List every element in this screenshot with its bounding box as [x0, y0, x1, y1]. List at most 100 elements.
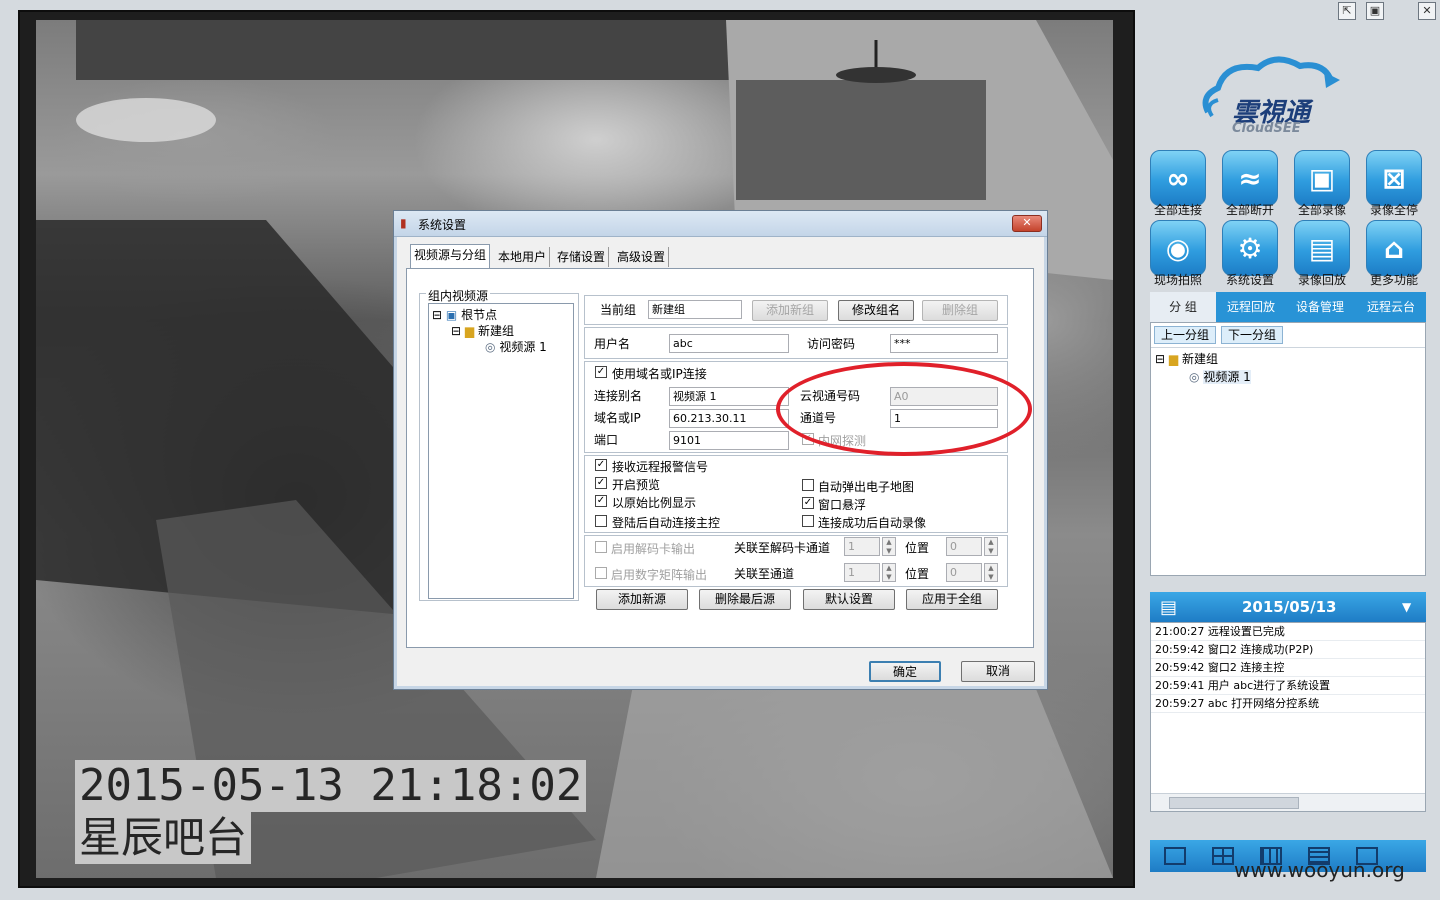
logo-subtitle: CloudSEE [1232, 121, 1301, 136]
tab-storage[interactable]: 存储设置 [554, 247, 610, 267]
add-source-button[interactable]: 添加新源 [596, 589, 688, 610]
disconnect-all-button[interactable]: ≈ [1222, 150, 1278, 206]
record-icon: ▣ [1308, 161, 1336, 195]
matrix-channel-input[interactable]: 1 [844, 563, 880, 582]
tab-device-management[interactable]: 设备管理 [1286, 292, 1354, 322]
source-tree[interactable]: ⊟ ▣ 根节点 ⊟ ▆ 新建组 ◎ 视频源 1 [428, 303, 574, 599]
log-entry: 21:00:27 远程设置已完成 [1151, 623, 1425, 641]
delete-last-source-button[interactable]: 删除最后源 [699, 589, 791, 610]
alias-input[interactable]: 视频源 1 [669, 387, 789, 406]
system-settings-label: 系统设置 [1225, 273, 1274, 287]
tree-group-label: 新建组 [1181, 352, 1218, 366]
layout-1-icon[interactable] [1164, 847, 1186, 865]
watermark: www.wooyun.org [1234, 858, 1405, 882]
folder-icon: ▆ [1168, 352, 1179, 366]
tree-source-item[interactable]: ◎ 视频源 1 [1189, 368, 1251, 385]
camera-icon: ◉ [1165, 231, 1191, 265]
tree-group-node[interactable]: ⊟ ▆ 新建组 [451, 322, 514, 339]
tree-root-item[interactable]: ⊟ ▣ 根节点 [432, 306, 497, 323]
matrix-pos-spinner[interactable]: ▲ ▼ [984, 563, 998, 582]
chevron-down-icon[interactable]: ▼ [1402, 600, 1411, 614]
layout-4-icon[interactable] [1212, 847, 1234, 865]
stop-all-recording-button[interactable]: ⊠ [1366, 150, 1422, 206]
matrix-pos-label: 位置 [905, 567, 930, 581]
apply-to-group-button[interactable]: 应用于全组 [906, 589, 998, 610]
tab-advanced[interactable]: 高级设置 [614, 247, 670, 267]
auto-connect-checkbox[interactable] [595, 515, 607, 527]
delete-group-button[interactable]: 删除组 [922, 300, 998, 321]
default-settings-button[interactable]: 默认设置 [803, 589, 895, 610]
playback-button[interactable]: ▤ [1294, 220, 1350, 276]
tree-source-node[interactable]: ◎ 视频源 1 [485, 338, 547, 355]
divider [1151, 347, 1425, 348]
tab-group[interactable]: 分 组 [1150, 292, 1216, 322]
next-group-button[interactable]: 下一分组 [1221, 326, 1284, 344]
password-input[interactable]: *** [890, 334, 998, 353]
system-settings-button[interactable]: ⚙ [1222, 220, 1278, 276]
dialog-title-bar[interactable]: ▮ 系统设置 ✕ [394, 211, 1047, 237]
float-window-checkbox[interactable]: ✓ [802, 497, 814, 509]
tab-local-users[interactable]: 本地用户 [495, 247, 551, 267]
maximize-window-icon[interactable]: ▣ [1366, 2, 1384, 20]
recv-alarm-label: 接收远程报警信号 [612, 460, 709, 474]
record-all-button[interactable]: ▣ [1294, 150, 1350, 206]
matrix-channel-spinner[interactable]: ▲ ▼ [882, 563, 896, 582]
decode-output-checkbox[interactable] [595, 541, 607, 553]
tree-source-label: 视频源 1 [499, 340, 547, 354]
use-domain-checkbox[interactable]: ✓ [595, 366, 607, 378]
prev-group-button[interactable]: 上一分组 [1154, 326, 1217, 344]
username-input[interactable]: abc [669, 334, 789, 353]
tree-group-item[interactable]: ⊟ ▆ 新建组 [1155, 350, 1218, 367]
tab-video-sources[interactable]: 视频源与分组 [410, 244, 491, 268]
float-window-label: 窗口悬浮 [818, 498, 867, 512]
decode-pos-spinner[interactable]: ▲ ▼ [984, 537, 998, 556]
log-date: 2015/05/13 [1242, 598, 1337, 616]
host-label: 域名或IP [594, 411, 641, 425]
horizontal-scrollbar[interactable] [1151, 793, 1425, 811]
host-input[interactable]: 60.213.30.11 [669, 409, 789, 428]
open-preview-label: 开启预览 [612, 478, 661, 492]
close-window-icon[interactable]: ✕ [1418, 2, 1436, 20]
tab-remote-playback[interactable]: 远程回放 [1218, 292, 1284, 322]
port-input[interactable]: 9101 [669, 431, 789, 450]
port-label: 端口 [594, 433, 619, 447]
right-tab-bar: 分 组 远程回放 设备管理 远程云台 [1150, 292, 1426, 322]
stop-all-recording-label: 录像全停 [1369, 203, 1418, 217]
monitor-icon: ▣ [445, 308, 458, 322]
gear-icon: ⚙ [1237, 231, 1263, 265]
add-group-button[interactable]: 添加新组 [752, 300, 828, 321]
auto-map-checkbox[interactable] [802, 479, 814, 491]
log-entry: 20:59:41 用户 abc进行了系统设置 [1151, 677, 1425, 695]
log-entry: 20:59:27 abc 打开网络分控系统 [1151, 695, 1425, 713]
log-entry: 20:59:42 窗口2 连接成功(P2P) [1151, 641, 1425, 659]
dialog-close-button[interactable]: ✕ [1012, 215, 1042, 232]
snapshot-button[interactable]: ◉ [1150, 220, 1206, 276]
snapshot-label: 现场拍照 [1153, 273, 1202, 287]
tab-remote-ptz[interactable]: 远程云台 [1356, 292, 1426, 322]
app-icon: ▮ [400, 216, 407, 230]
auto-record-checkbox[interactable] [802, 515, 814, 527]
current-group-input[interactable]: 新建组 [648, 300, 742, 319]
matrix-pos-input[interactable]: 0 [946, 563, 982, 582]
decode-channel-input[interactable]: 1 [844, 537, 880, 556]
restore-window-icon[interactable]: ⇱ [1338, 2, 1356, 20]
cancel-button[interactable]: 取消 [961, 661, 1035, 682]
scrollbar-thumb[interactable] [1169, 797, 1299, 809]
red-annotation-oval [776, 362, 1032, 456]
collapse-icon: ⊟ [451, 324, 462, 338]
more-functions-button[interactable]: ⌂ [1366, 220, 1422, 276]
recv-alarm-checkbox[interactable]: ✓ [595, 459, 607, 471]
matrix-output-label: 启用数字矩阵输出 [611, 568, 708, 582]
ok-button[interactable]: 确定 [869, 661, 941, 682]
decode-link-label: 关联至解码卡通道 [734, 541, 831, 555]
decode-channel-spinner[interactable]: ▲ ▼ [882, 537, 896, 556]
clapper-icon: ▤ [1308, 231, 1336, 265]
orig-ratio-checkbox[interactable]: ✓ [595, 495, 607, 507]
decode-pos-input[interactable]: 0 [946, 537, 982, 556]
connect-all-button[interactable]: ∞ [1150, 150, 1206, 206]
link-icon: ∞ [1166, 161, 1190, 195]
record-stop-icon: ⊠ [1382, 161, 1406, 195]
matrix-output-checkbox[interactable] [595, 567, 607, 579]
open-preview-checkbox[interactable]: ✓ [595, 477, 607, 489]
rename-group-button[interactable]: 修改组名 [838, 300, 914, 321]
